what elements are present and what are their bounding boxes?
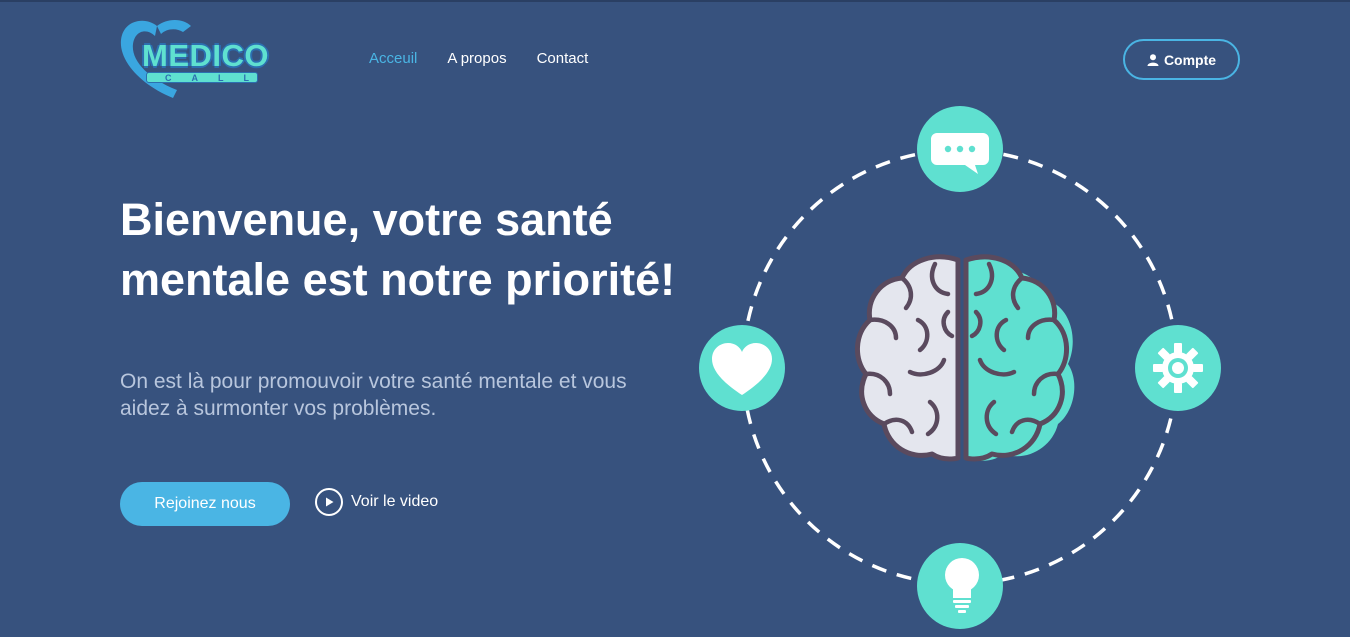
hero-title: Bienvenue, votre santé mentale est notre… [120, 194, 676, 305]
watch-video-link[interactable]: Voir le video [315, 488, 438, 516]
nav-item-a-propos[interactable]: A propos [447, 50, 506, 67]
landing-page: MEDICO CALL Acceuil A propos Contact Com… [0, 0, 1350, 636]
hero-subtitle: On est là pour promouvoir votre santé me… [120, 370, 627, 420]
account-button[interactable]: Compte [1123, 39, 1240, 80]
brain-icon [854, 254, 1075, 462]
gear-icon [1135, 325, 1221, 411]
join-button[interactable]: Rejoinez nous [120, 482, 290, 526]
watch-video-label: Voir le video [351, 493, 439, 510]
nav-item-contact[interactable]: Contact [537, 50, 589, 67]
play-icon [315, 488, 343, 516]
lightbulb-icon [917, 543, 1003, 629]
heart-icon [699, 325, 785, 411]
nav-item-acceuil[interactable]: Acceuil [369, 50, 417, 67]
logo-subtitle: CALL [146, 72, 258, 83]
chat-bubble-icon [917, 106, 1003, 192]
account-button-label: Compte [1163, 51, 1217, 68]
user-icon [1147, 53, 1159, 66]
logo-wordmark: MEDICO [142, 38, 269, 73]
mental-health-illustration [699, 106, 1221, 629]
medico-call-logo[interactable]: MEDICO CALL [117, 16, 269, 102]
main-nav: Acceuil A propos Contact [369, 50, 588, 67]
